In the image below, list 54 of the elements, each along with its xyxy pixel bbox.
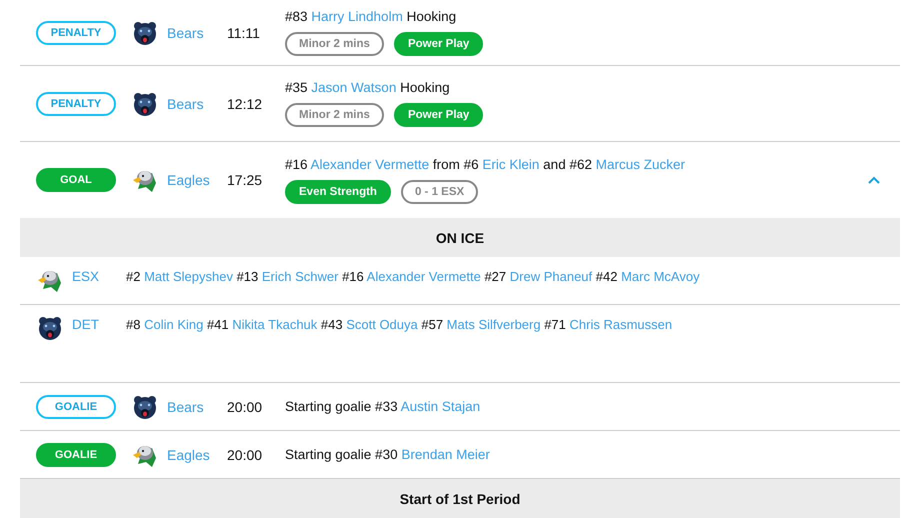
event-type-badge: PENALTY	[36, 92, 116, 116]
player-link[interactable]: Brendan Meier	[401, 447, 490, 462]
bear-icon	[132, 20, 158, 46]
team-name[interactable]: Eagles	[167, 446, 227, 462]
player-link[interactable]: Alexander Vermette	[366, 269, 481, 284]
player-link[interactable]: Harry Lindholm	[311, 9, 403, 24]
event-tag: Minor 2 mins	[285, 103, 384, 127]
player-link[interactable]: Austin Stajan	[400, 399, 480, 414]
player-link[interactable]: Scott Oduya	[346, 317, 418, 332]
period-header: Start of 1st Period	[20, 479, 900, 518]
event-description: #35 Jason Watson Hooking	[285, 80, 451, 95]
bear-icon	[132, 90, 158, 116]
event-tag: 0 - 1 ESX	[400, 180, 478, 204]
player-link[interactable]: Matt Slepyshev	[144, 269, 233, 284]
event-tag: Minor 2 mins	[285, 32, 384, 56]
player-link[interactable]: Eric Klein	[482, 156, 540, 172]
chevron-icon[interactable]	[868, 176, 880, 184]
event-type-badge: PENALTY	[36, 20, 116, 44]
on-ice-header: ON ICE	[20, 218, 900, 257]
team-abbreviation[interactable]: ESX	[72, 267, 126, 284]
player-link[interactable]: Colin King	[144, 317, 204, 332]
player-link[interactable]: Alexander Vermette	[310, 156, 430, 172]
event-type-badge: GOAL	[36, 168, 116, 192]
team-name[interactable]: Bears	[167, 398, 227, 414]
bear-icon	[37, 315, 63, 341]
on-ice-players: #2 Matt Slepyshev #13 Erich Schwer #16 Alexander Vermette #27 Drew Phaneuf #42 Marc McAvoy	[126, 268, 700, 284]
event-tag: Even Strength	[285, 180, 391, 204]
player-link[interactable]: Marc McAvoy	[621, 269, 700, 284]
event-description: Starting goalie #30 Brendan Meier	[285, 447, 491, 462]
event-type-badge: GOALIE	[36, 442, 116, 466]
event-time: 11:11	[227, 24, 261, 40]
player-link[interactable]: Drew Phaneuf	[510, 269, 592, 284]
event-description: Starting goalie #33 Austin Stajan	[285, 399, 482, 414]
event-time: 12:12	[227, 96, 264, 112]
event-time: 17:25	[227, 172, 264, 188]
team-abbreviation[interactable]: DET	[72, 315, 126, 332]
bear-icon	[132, 394, 158, 420]
event-tag: Power Play	[394, 32, 484, 56]
player-link[interactable]: Marcus Zucker	[596, 156, 686, 172]
event-tag: Power Play	[394, 103, 484, 127]
on-ice-players: #8 Colin King #41 Nikita Tkachuk #43 Scott Oduya #57 Mats Silfverberg #71 Chris Rasmussen	[126, 316, 672, 332]
event-description: #83 Harry Lindholm Hooking	[285, 9, 458, 24]
event-description: #16 Alexander Vermette from #6 Eric Klein and #62 Marcus Zucker	[285, 156, 686, 172]
team-name[interactable]: Eagles	[167, 172, 227, 188]
event-time: 20:00	[227, 446, 264, 462]
team-name[interactable]: Bears	[167, 24, 227, 40]
player-link[interactable]: Mats Silfverberg	[446, 317, 541, 332]
player-link[interactable]: Jason Watson	[311, 80, 396, 95]
player-link[interactable]: Chris Rasmussen	[570, 317, 672, 332]
player-link[interactable]: Nikita Tkachuk	[232, 317, 318, 332]
player-link[interactable]: Erich Schwer	[262, 269, 338, 284]
team-name[interactable]: Bears	[167, 96, 227, 112]
event-type-badge: GOALIE	[36, 394, 116, 418]
event-time: 20:00	[227, 398, 264, 414]
